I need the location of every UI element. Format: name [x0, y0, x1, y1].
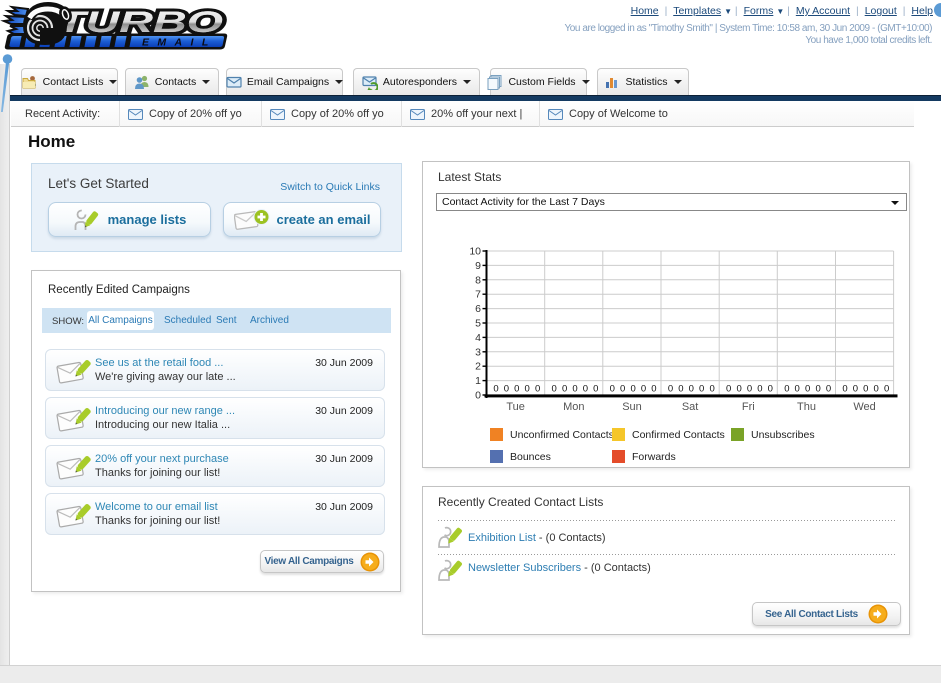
svg-text:0: 0: [736, 384, 741, 395]
svg-text:9: 9: [475, 260, 481, 272]
svg-text:0: 0: [630, 384, 635, 395]
svg-text:3: 3: [475, 346, 481, 358]
svg-text:Wed: Wed: [853, 401, 875, 413]
svg-text:0: 0: [504, 384, 509, 395]
svg-text:Sun: Sun: [622, 401, 642, 413]
svg-text:0: 0: [784, 384, 789, 395]
svg-text:0: 0: [826, 384, 831, 395]
svg-text:Bounces: Bounces: [510, 451, 551, 463]
svg-text:0: 0: [475, 390, 481, 402]
svg-text:0: 0: [795, 384, 800, 395]
svg-text:0: 0: [884, 384, 889, 395]
svg-text:Fri: Fri: [742, 401, 755, 413]
svg-text:8: 8: [475, 274, 481, 286]
svg-text:0: 0: [493, 384, 498, 395]
svg-text:0: 0: [668, 384, 673, 395]
svg-text:0: 0: [572, 384, 577, 395]
svg-text:0: 0: [874, 384, 879, 395]
svg-text:0: 0: [726, 384, 731, 395]
svg-text:Confirmed Contacts: Confirmed Contacts: [632, 429, 725, 441]
svg-text:0: 0: [610, 384, 615, 395]
svg-text:Forwards: Forwards: [632, 451, 676, 463]
svg-text:0: 0: [583, 384, 588, 395]
svg-text:0: 0: [593, 384, 598, 395]
svg-text:0: 0: [525, 384, 530, 395]
svg-text:4: 4: [475, 332, 481, 344]
svg-text:6: 6: [475, 303, 481, 315]
svg-text:0: 0: [535, 384, 540, 395]
svg-text:0: 0: [651, 384, 656, 395]
svg-text:Tue: Tue: [506, 401, 525, 413]
svg-text:0: 0: [689, 384, 694, 395]
svg-text:0: 0: [757, 384, 762, 395]
svg-text:0: 0: [863, 384, 868, 395]
svg-text:0: 0: [709, 384, 714, 395]
svg-text:0: 0: [620, 384, 625, 395]
svg-text:0: 0: [641, 384, 646, 395]
svg-text:7: 7: [475, 289, 481, 301]
svg-text:0: 0: [562, 384, 567, 395]
svg-text:0: 0: [699, 384, 704, 395]
svg-text:0: 0: [747, 384, 752, 395]
svg-text:1: 1: [475, 375, 481, 387]
svg-text:0: 0: [514, 384, 519, 395]
svg-text:0: 0: [552, 384, 557, 395]
svg-text:10: 10: [469, 246, 481, 258]
svg-text:5: 5: [475, 318, 481, 330]
svg-text:Unsubscribes: Unsubscribes: [751, 429, 815, 441]
svg-text:0: 0: [805, 384, 810, 395]
svg-text:0: 0: [768, 384, 773, 395]
svg-text:Sat: Sat: [682, 401, 699, 413]
svg-text:2: 2: [475, 361, 481, 373]
svg-text:Unconfirmed Contacts: Unconfirmed Contacts: [510, 429, 614, 441]
svg-text:TURBO: TURBO: [57, 6, 223, 39]
svg-text:Thu: Thu: [797, 401, 816, 413]
svg-text:0: 0: [678, 384, 683, 395]
svg-text:Mon: Mon: [563, 401, 584, 413]
svg-text:0: 0: [815, 384, 820, 395]
svg-text:0: 0: [842, 384, 847, 395]
svg-text:0: 0: [853, 384, 858, 395]
